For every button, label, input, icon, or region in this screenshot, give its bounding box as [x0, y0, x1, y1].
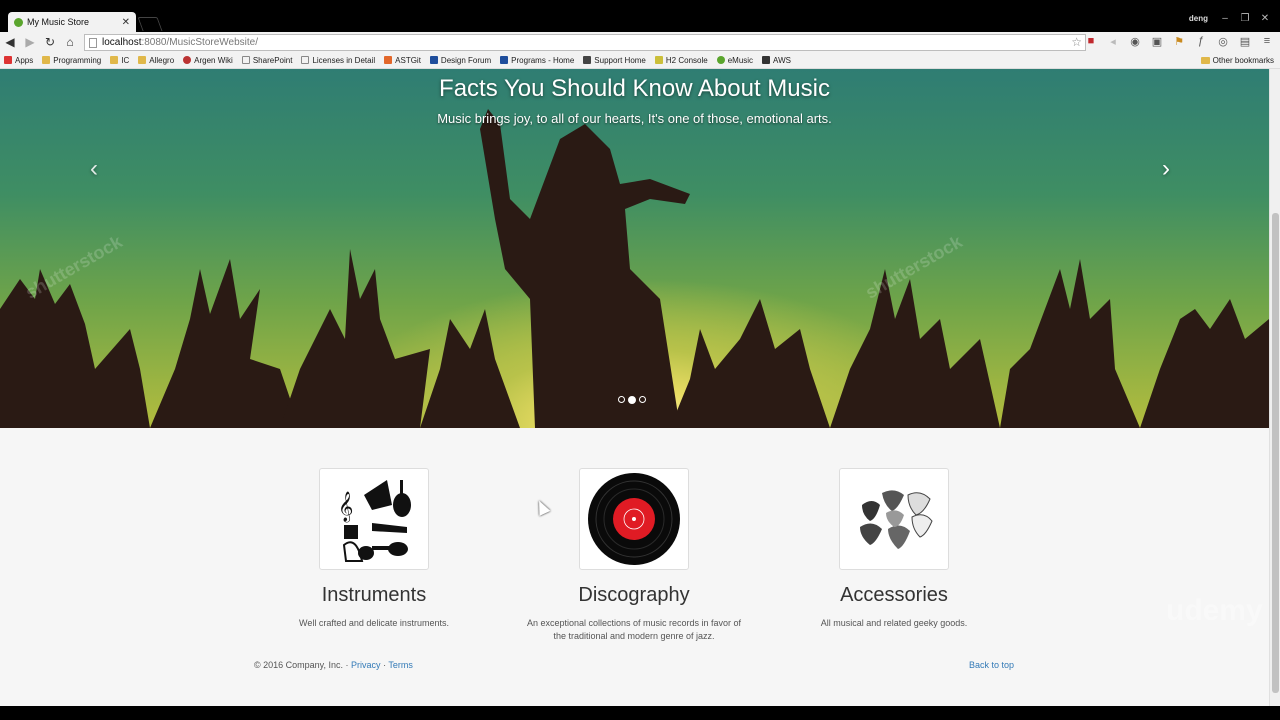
accessories-heading: Accessories — [840, 584, 948, 606]
extension-function-icon[interactable]: ƒ — [1194, 34, 1208, 48]
spring-leaf-icon — [14, 17, 23, 27]
forward-icon[interactable]: ▶ — [20, 32, 40, 52]
bookmark-aws[interactable]: AWS — [762, 56, 791, 65]
discography-text: An exceptional collections of music reco… — [526, 618, 742, 641]
bookmark-allegro[interactable]: Allegro — [138, 56, 174, 65]
browser-tab[interactable]: My Music Store ✕ — [8, 12, 136, 32]
bookmark-programs-home[interactable]: Programs - Home — [500, 56, 574, 65]
svg-text:𝄞: 𝄞 — [338, 491, 353, 523]
bookmark-sharepoint[interactable]: SharePoint — [241, 56, 292, 65]
h2-icon — [654, 56, 663, 64]
privacy-link[interactable]: Privacy — [351, 660, 381, 670]
tab-title: My Music Store — [27, 17, 90, 27]
udemy-watermark: udemy — [1166, 594, 1263, 627]
bottom-bar — [0, 706, 1280, 720]
extension-window-icon[interactable]: ▤ — [1238, 34, 1252, 48]
bookmark-emusic[interactable]: eMusic — [716, 56, 753, 65]
scrollbar-thumb[interactable] — [1272, 213, 1279, 693]
bookmark-h2-console[interactable]: H2 Console — [654, 56, 708, 65]
wiki-icon — [183, 56, 192, 64]
extension-circle-icon[interactable]: ◎ — [1216, 34, 1230, 48]
page-icon — [241, 56, 250, 64]
bookmark-programming[interactable]: Programming — [42, 56, 101, 65]
accessories-text: All musical and related geeky goods. — [820, 618, 968, 628]
menu-icon[interactable]: ≡ — [1260, 34, 1274, 48]
spring-leaf-icon — [716, 56, 725, 64]
footer-separator: · — [345, 660, 349, 670]
web-page: shutterstock shutterstock Facts You Shou… — [0, 69, 1269, 706]
page-icon — [301, 56, 310, 64]
carousel-subtitle: Music brings joy, to all of our hearts, … — [437, 111, 832, 126]
url-host: localhost — [102, 37, 142, 48]
instruments-text: Well crafted and delicate instruments. — [299, 618, 449, 628]
carousel-indicators — [618, 396, 646, 404]
vertical-scrollbar[interactable] — [1269, 69, 1280, 706]
new-tab-button[interactable] — [137, 17, 163, 31]
guitar-picks-icon — [860, 490, 933, 549]
folder-icon — [1200, 56, 1210, 64]
close-window-icon[interactable]: ✕ — [1256, 12, 1274, 26]
home-icon[interactable]: ⌂ — [60, 32, 80, 52]
bookmark-design-forum[interactable]: Design Forum — [429, 56, 491, 65]
folder-icon — [42, 56, 51, 64]
folder-icon — [110, 56, 119, 64]
back-icon[interactable]: ◀ — [0, 32, 20, 52]
carousel-prev-icon[interactable]: ‹ — [90, 155, 98, 183]
other-bookmarks[interactable]: Other bookmarks — [1200, 56, 1274, 65]
carousel-indicator-2[interactable] — [628, 396, 636, 404]
page-icon — [89, 37, 97, 48]
aws-icon — [762, 56, 771, 64]
extension-gray-icon[interactable]: ◂ — [1106, 34, 1120, 48]
bookmark-argen-wiki[interactable]: Argen Wiki — [183, 56, 233, 65]
folder-icon — [138, 56, 147, 64]
marketing-accessories: Accessories All musical and related geek… — [764, 468, 1024, 630]
restore-icon[interactable]: ❐ — [1236, 12, 1254, 26]
copyright-text: © 2016 Company, Inc. — [254, 660, 344, 670]
browser-window: My Music Store ✕ deng – ❐ ✕ ◀ ▶ ↻ ⌂ loca… — [0, 0, 1280, 720]
reload-icon[interactable]: ↻ — [40, 32, 60, 52]
profile-name[interactable]: deng — [1189, 14, 1208, 23]
bookmark-support-home[interactable]: Support Home — [583, 56, 646, 65]
apps-grid-icon — [4, 56, 12, 64]
accessories-image — [839, 468, 949, 570]
back-to-top-link[interactable]: Back to top — [969, 660, 1014, 670]
carousel-indicator-1[interactable] — [618, 396, 625, 403]
marketing-instruments: 𝄞 Instruments Well crafted and delicate … — [244, 468, 504, 630]
bookmarks-bar: Apps Programming IC Allegro Argen Wiki S… — [0, 52, 1280, 69]
vinyl-record-icon — [588, 473, 680, 565]
instruments-image: 𝄞 — [319, 468, 429, 570]
instruments-heading: Instruments — [321, 584, 427, 606]
tab-close-icon[interactable]: ✕ — [122, 17, 130, 28]
gitlab-icon — [384, 56, 393, 64]
footer: © 2016 Company, Inc. · Privacy · Terms B… — [254, 660, 1016, 670]
extension-globe-icon[interactable]: ◉ — [1128, 34, 1142, 48]
bookmark-astgit[interactable]: ASTGit — [384, 56, 421, 65]
carousel-next-icon[interactable]: › — [1162, 155, 1170, 183]
title-bar: My Music Store ✕ deng – ❐ ✕ — [0, 0, 1280, 32]
address-bar[interactable]: localhost:8080/MusicStoreWebsite/ ☆ — [84, 34, 1086, 51]
terms-link[interactable]: Terms — [388, 660, 413, 670]
carousel-indicator-3[interactable] — [639, 396, 646, 403]
sharepoint-icon — [500, 56, 509, 64]
bookmark-star-icon[interactable]: ☆ — [1071, 35, 1082, 49]
bookmark-licenses[interactable]: Licenses in Detail — [301, 56, 375, 65]
footer-separator: · — [383, 660, 387, 670]
discography-image — [579, 468, 689, 570]
url-path: :8080/MusicStoreWebsite/ — [141, 37, 259, 48]
extension-box-icon[interactable]: ▣ — [1150, 34, 1164, 48]
marketing-discography: Discography An exceptional collections o… — [504, 468, 764, 643]
bookmark-apps[interactable]: Apps — [4, 56, 33, 65]
sharepoint-icon — [429, 56, 438, 64]
extension-red-icon[interactable]: ■ — [1084, 34, 1098, 48]
extensions: ■ ◂ ◉ ▣ ⚑ ƒ ◎ ▤ ≡ — [1084, 34, 1274, 48]
instruments-icon: 𝄞 — [338, 480, 411, 562]
bookmark-ic[interactable]: IC — [110, 56, 129, 65]
carousel: shutterstock shutterstock Facts You Shou… — [0, 69, 1269, 428]
minimize-icon[interactable]: – — [1216, 12, 1234, 26]
carousel-title: Facts You Should Know About Music — [439, 75, 830, 102]
extension-pin-icon[interactable]: ⚑ — [1172, 34, 1186, 48]
support-icon — [583, 56, 592, 64]
discography-heading: Discography — [578, 584, 690, 606]
